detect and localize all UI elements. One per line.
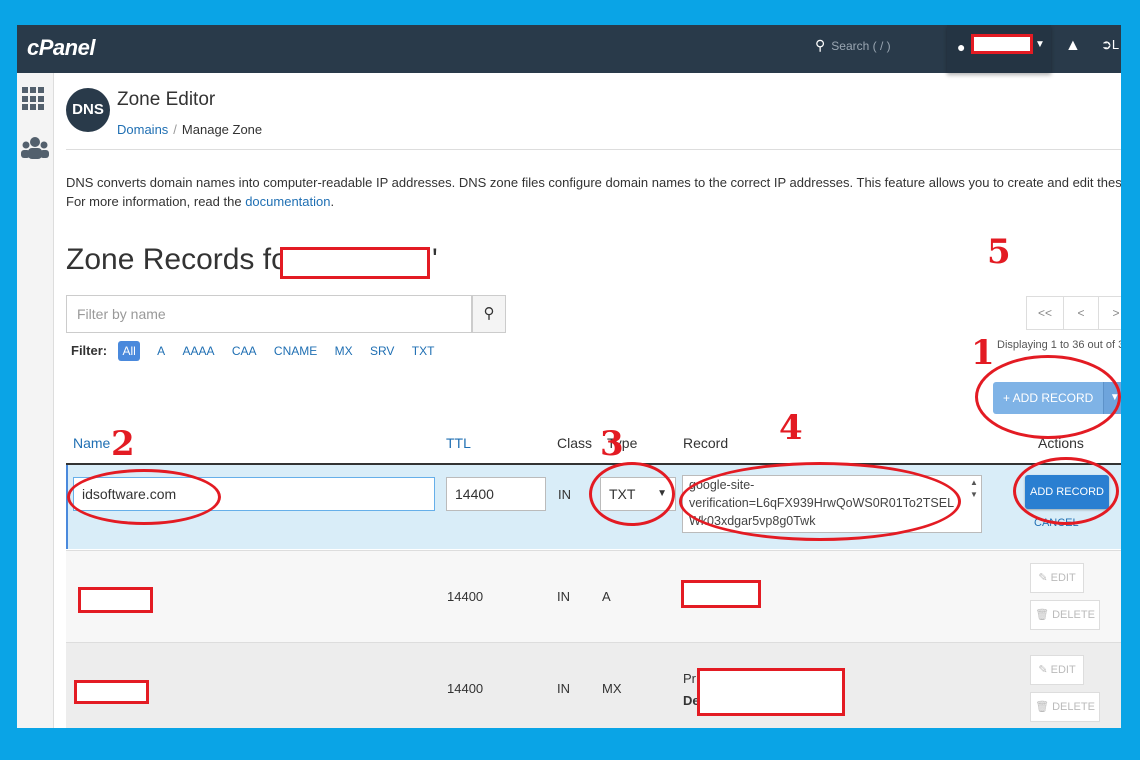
logout-link[interactable]: ➲L bbox=[1101, 37, 1119, 53]
filter-txt[interactable]: TXT bbox=[412, 344, 435, 358]
annotation-ring-type bbox=[589, 462, 675, 526]
table-row: 14400 IN A ✎ EDIT 🗑 DELETE bbox=[66, 550, 1121, 642]
step-number-3: 3 bbox=[600, 424, 624, 464]
record-class: IN bbox=[557, 589, 570, 604]
next-page-button[interactable]: > bbox=[1098, 296, 1121, 330]
record-type: MX bbox=[602, 681, 622, 696]
step-number-5: 5 bbox=[987, 232, 1011, 272]
filter-cname[interactable]: CNAME bbox=[274, 344, 317, 358]
edit-button[interactable]: ✎ EDIT bbox=[1030, 563, 1084, 593]
record-ttl-input[interactable]: 14400 bbox=[446, 477, 546, 511]
notifications-bell-icon[interactable]: ▲ bbox=[1065, 37, 1081, 55]
step-number-2: 2 bbox=[111, 424, 135, 464]
column-header-name[interactable]: Name bbox=[73, 435, 110, 451]
redacted-record-value bbox=[697, 668, 845, 716]
description-line-1: DNS converts domain names into computer-… bbox=[66, 175, 1121, 190]
sidebar bbox=[17, 73, 54, 728]
record-class: IN bbox=[557, 681, 570, 696]
top-navigation-bar: cPanel ⚲ Search ( / ) ● ▼ ▲ ➲L bbox=[17, 25, 1121, 73]
prev-page-button[interactable]: < bbox=[1063, 296, 1099, 330]
dns-zone-icon: DNS bbox=[66, 88, 110, 132]
edit-button[interactable]: ✎ EDIT bbox=[1030, 655, 1084, 685]
chevron-down-icon: ▼ bbox=[1035, 39, 1045, 50]
textarea-scrollbar[interactable]: ▲ ▼ bbox=[968, 477, 980, 532]
redacted-record-name bbox=[74, 680, 149, 704]
cpanel-logo[interactable]: cPanel bbox=[27, 35, 95, 61]
record-ttl: 14400 bbox=[447, 589, 484, 604]
column-header-class: Class bbox=[557, 435, 593, 451]
divider bbox=[66, 149, 1121, 150]
record-type: A bbox=[602, 589, 611, 604]
user-icon: ● bbox=[957, 39, 966, 55]
user-menu[interactable]: ● ▼ bbox=[947, 25, 1051, 73]
filter-search-button[interactable]: ⚲ bbox=[472, 295, 506, 333]
annotation-ring-name bbox=[67, 469, 221, 525]
step-number-4: 4 bbox=[779, 408, 803, 448]
filter-mx[interactable]: MX bbox=[335, 344, 353, 358]
search-field[interactable]: ⚲ Search ( / ) bbox=[815, 37, 891, 54]
redacted-record-name bbox=[78, 587, 153, 613]
record-type-filter: Filter: All A AAAA CAA CNAME MX SRV TXT bbox=[71, 341, 448, 361]
record-priority-label: Pr bbox=[683, 671, 696, 686]
column-header-ttl[interactable]: TTL bbox=[446, 435, 471, 451]
documentation-link[interactable]: documentation bbox=[245, 194, 330, 209]
annotation-ring-submit bbox=[1013, 457, 1119, 525]
pagination: << < > bbox=[1026, 296, 1121, 330]
description-line-2: For more information, read the documenta… bbox=[66, 194, 335, 209]
logout-label: L bbox=[1111, 37, 1120, 52]
first-page-button[interactable]: << bbox=[1026, 296, 1064, 330]
record-ttl: 14400 bbox=[447, 681, 484, 696]
zone-title-quote: ' bbox=[432, 243, 438, 276]
users-icon[interactable] bbox=[20, 135, 50, 163]
search-icon: ⚲ bbox=[815, 37, 826, 53]
breadcrumb-separator: / bbox=[173, 122, 177, 137]
table-row: 14400 IN MX Pr De ✎ EDIT 🗑 DELETE bbox=[66, 642, 1121, 728]
filter-all[interactable]: All bbox=[118, 341, 140, 361]
filter-by-name-input[interactable]: Filter by name bbox=[66, 295, 472, 333]
filter-caa[interactable]: CAA bbox=[232, 344, 257, 358]
redacted-record-value bbox=[681, 580, 761, 608]
search-icon: ⚲ bbox=[483, 305, 495, 322]
record-class: IN bbox=[558, 487, 571, 502]
redacted-domain bbox=[280, 247, 430, 279]
breadcrumb-domains[interactable]: Domains bbox=[117, 122, 168, 137]
breadcrumb-current: Manage Zone bbox=[181, 122, 263, 137]
annotation-ring-record bbox=[679, 462, 961, 541]
apps-grid-icon[interactable] bbox=[22, 87, 46, 111]
annotation-ring-add-record bbox=[975, 355, 1121, 439]
delete-button[interactable]: 🗑 DELETE bbox=[1030, 600, 1100, 630]
displaying-count: Displaying 1 to 36 out of 3 bbox=[997, 339, 1121, 351]
breadcrumb: Domains / Manage Zone bbox=[117, 122, 262, 137]
browser-frame: cPanel ⚲ Search ( / ) ● ▼ ▲ ➲L DNS Zone E… bbox=[17, 25, 1121, 728]
page-description: DNS converts domain names into computer-… bbox=[66, 173, 1121, 211]
filter-aaaa[interactable]: AAAA bbox=[183, 344, 215, 358]
zone-records-title: Zone Records for bbox=[66, 243, 298, 276]
filter-a[interactable]: A bbox=[157, 344, 165, 358]
search-placeholder: Search ( / ) bbox=[831, 39, 891, 53]
filter-srv[interactable]: SRV bbox=[370, 344, 394, 358]
column-header-record: Record bbox=[683, 435, 729, 451]
filter-label: Filter: bbox=[71, 343, 108, 358]
step-number-1: 1 bbox=[971, 333, 995, 373]
redacted-username bbox=[971, 34, 1033, 54]
page-title: Zone Editor bbox=[117, 89, 216, 110]
delete-button[interactable]: 🗑 DELETE bbox=[1030, 692, 1100, 722]
